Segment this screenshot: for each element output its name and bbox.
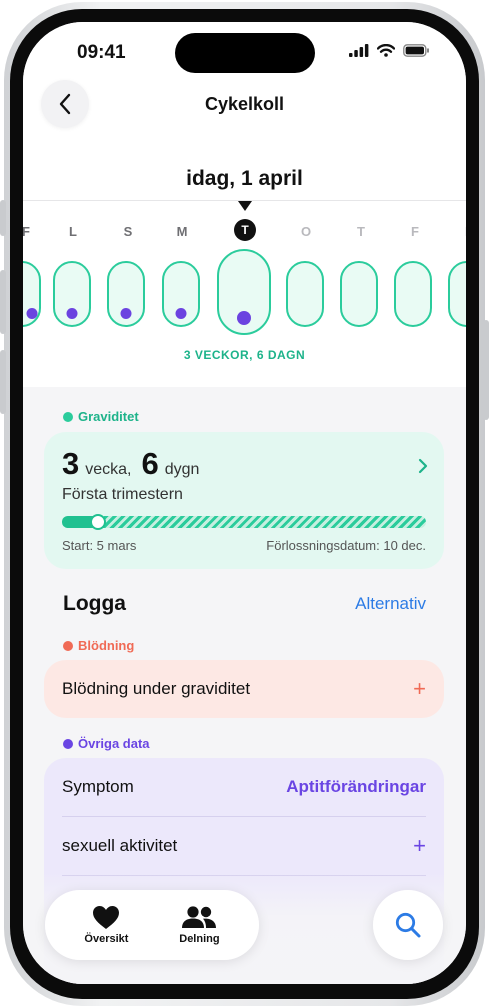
day-pill[interactable] [23, 261, 41, 327]
today-marker-triangle [238, 201, 252, 211]
trimester-label: Första trimestern [62, 486, 183, 503]
pregnancy-section-label: Graviditet [63, 409, 139, 424]
battery-icon [403, 44, 429, 57]
chevron-right-icon [418, 458, 428, 474]
day-letter[interactable]: O [291, 224, 321, 239]
pregnancy-week-label: 3 VECKOR, 6 DAGN [183, 348, 306, 362]
search-icon [395, 912, 421, 938]
dynamic-island [175, 33, 315, 73]
people-icon [182, 906, 217, 928]
day-pill[interactable] [340, 261, 378, 327]
day-letter[interactable]: M [167, 224, 197, 239]
start-date: Start: 5 mars [62, 538, 137, 553]
pregnancy-progress-bar [62, 514, 426, 530]
day-letter[interactable]: F [23, 224, 41, 239]
day-letter[interactable]: F [400, 224, 430, 239]
day-letter[interactable]: L [454, 224, 466, 239]
day-letter[interactable]: L [58, 224, 88, 239]
day-letter-today[interactable]: T [234, 219, 256, 241]
day-pill[interactable] [107, 261, 145, 327]
bleeding-item-label: Blödning under graviditet [62, 679, 251, 698]
day-pill[interactable] [53, 261, 91, 327]
sexual-activity-row[interactable]: sexuell aktivitet + [62, 817, 426, 875]
status-icons [349, 44, 430, 57]
logged-dot [66, 308, 78, 319]
cellular-signal-icon [349, 44, 369, 57]
phone-side-button [0, 200, 6, 236]
pregnancy-card[interactable]: 3 vecka, 6 dygn Första trimestern Start:… [44, 432, 444, 569]
calendar-header: 09:41 Cykelkoll idag, 1 april F L S M T … [23, 22, 466, 387]
progress-knob [90, 514, 106, 530]
logged-dot [26, 308, 38, 319]
day-pill-today[interactable] [217, 249, 271, 335]
status-time: 09:41 [77, 42, 126, 63]
options-link[interactable]: Alternativ [355, 594, 426, 614]
symptom-row[interactable]: Symptom Aptitförändringar [62, 758, 426, 816]
date-title: idag, 1 april [186, 167, 303, 190]
page-title: Cykelkoll [204, 94, 285, 114]
day-pill[interactable] [286, 261, 324, 327]
day-pill[interactable] [394, 261, 432, 327]
day-letter[interactable]: S [113, 224, 143, 239]
symptom-label: Symptom [62, 777, 134, 796]
bleeding-row[interactable]: Blödning under graviditet + [62, 660, 426, 718]
pregnancy-duration: 3 vecka, 6 dygn [62, 446, 200, 481]
tab-overview[interactable]: Översikt [84, 905, 128, 945]
symptom-value: Aptitförändringar [286, 777, 426, 796]
tab-sharing[interactable]: Delning [179, 905, 220, 945]
screen: 09:41 Cykelkoll idag, 1 april F L S M T … [23, 22, 466, 984]
add-bleeding-button[interactable]: + [413, 676, 426, 702]
bleeding-section-label: Blödning [63, 638, 134, 653]
day-pill[interactable] [162, 261, 200, 327]
logged-dot [237, 311, 251, 325]
heart-icon [93, 906, 120, 929]
tab-bar: Översikt Delning [45, 890, 259, 960]
log-title: Logga [63, 592, 126, 615]
section-dot [63, 738, 73, 749]
logged-dot [175, 308, 187, 319]
section-dot [63, 411, 73, 422]
search-button[interactable] [373, 890, 443, 960]
due-date: Förlossningsdatum: 10 dec. [266, 538, 426, 553]
phone-power-button [483, 320, 489, 420]
add-sexual-activity-button[interactable]: + [413, 833, 426, 859]
sexual-activity-label: sexuell aktivitet [62, 836, 178, 855]
logged-dot [120, 308, 132, 319]
day-letter[interactable]: T [346, 224, 376, 239]
phone-volume-down [0, 350, 6, 414]
wifi-icon [377, 44, 395, 57]
day-pill[interactable] [448, 261, 466, 327]
section-dot [63, 640, 73, 651]
other-section-label: Övriga data [63, 736, 150, 751]
phone-volume-up [0, 270, 6, 334]
bleeding-card[interactable]: Blödning under graviditet + [44, 660, 444, 718]
